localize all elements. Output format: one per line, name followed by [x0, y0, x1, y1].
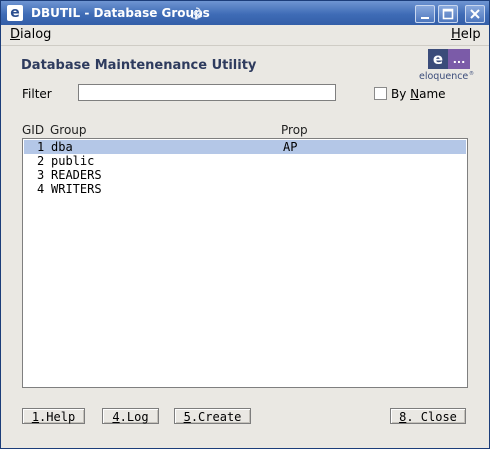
column-header-gid: GID — [22, 123, 45, 137]
menu-bar: Dialog Help — [1, 25, 489, 46]
help-button[interactable]: 1.Help — [22, 408, 85, 424]
group-row[interactable]: 3 READERS — [24, 168, 466, 182]
row-gid: 3 — [37, 168, 45, 182]
minimize-button[interactable] — [415, 5, 435, 23]
logo-letter: e — [433, 50, 443, 68]
create-button-hotkey: 5 — [183, 410, 191, 424]
row-gid: 2 — [37, 154, 45, 168]
menu-help-hotkey: H — [451, 27, 461, 42]
group-row[interactable]: 4 WRITERS — [24, 182, 466, 196]
row-gid: 4 — [37, 182, 45, 196]
window-title: DBUTIL - Database Groups — [31, 6, 210, 20]
row-gid: 1 — [37, 140, 45, 154]
title-bar[interactable]: e DBUTIL - Database Groups — [1, 1, 489, 25]
menu-dialog-label: ialog — [20, 27, 52, 42]
column-header-group: Group — [50, 123, 87, 137]
filter-label: Filter — [22, 87, 52, 101]
column-header-prop: Prop — [281, 123, 308, 137]
menu-dialog-hotkey: D — [10, 27, 21, 42]
filter-input[interactable] — [78, 84, 336, 101]
close-dialog-button[interactable]: 8. Close — [390, 408, 466, 424]
swirl-icon — [190, 7, 203, 19]
help-button-label: .Help — [39, 410, 76, 424]
log-button-label: .Log — [119, 410, 149, 424]
maximize-button[interactable] — [438, 5, 458, 23]
help-button-hotkey: 1 — [31, 410, 40, 424]
row-group: dba — [51, 140, 73, 154]
by-name-prefix: By — [391, 87, 411, 101]
page-title: Database Maintenenance Utility — [21, 58, 257, 73]
dbutil-window: e DBUTIL - Database Groups Dialog Help D… — [0, 0, 490, 449]
create-button[interactable]: 5.Create — [174, 408, 251, 424]
group-row[interactable]: 1 dba AP — [24, 140, 466, 154]
minimize-icon — [421, 17, 429, 19]
close-button-label: . Close — [406, 410, 457, 424]
logo-registered-mark: ® — [469, 70, 474, 77]
log-button[interactable]: 4.Log — [102, 408, 159, 424]
maximize-icon — [442, 8, 454, 20]
row-group: READERS — [51, 168, 102, 182]
app-icon[interactable]: e — [7, 5, 23, 21]
by-name-label[interactable]: By Name — [391, 86, 446, 102]
row-group: WRITERS — [51, 182, 102, 196]
menu-help[interactable]: Help — [451, 27, 481, 43]
logo-wordmark: eloquence — [419, 71, 468, 82]
close-icon — [470, 9, 480, 19]
log-button-hotkey: 4 — [112, 410, 120, 424]
close-button[interactable] — [465, 5, 485, 23]
logo-dots: ... — [453, 53, 466, 66]
group-list[interactable]: 1 dba AP 2 public 3 READERS 4 WRITERS — [22, 138, 468, 388]
by-name-rest: ame — [419, 87, 446, 101]
menu-help-label: elp — [460, 27, 481, 42]
row-prop: AP — [283, 140, 298, 154]
eloquence-logo: e ... eloquence ® — [419, 49, 474, 82]
by-name-hotkey: N — [410, 87, 420, 101]
row-group: public — [51, 154, 95, 168]
by-name-checkbox[interactable] — [374, 87, 387, 100]
group-row[interactable]: 2 public — [24, 154, 466, 168]
menu-dialog[interactable]: Dialog — [10, 27, 51, 43]
create-button-label: .Create — [190, 410, 242, 424]
